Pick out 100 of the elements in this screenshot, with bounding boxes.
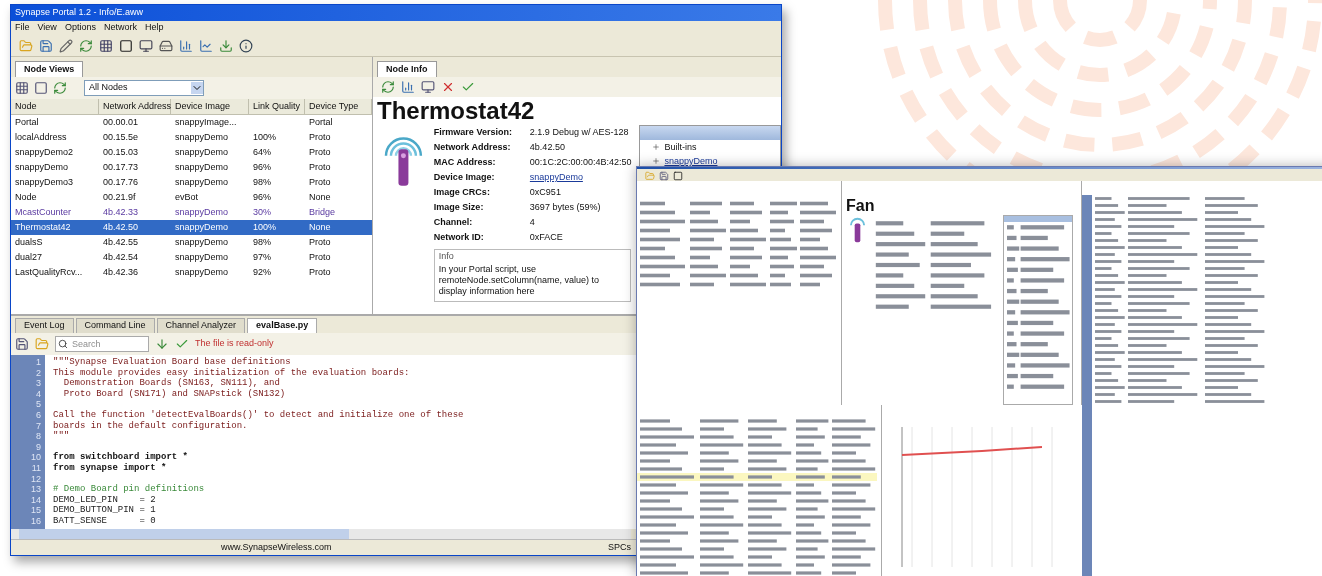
bar-chart-icon[interactable] — [401, 80, 415, 94]
table-cell[interactable]: snappyDemo — [171, 220, 249, 235]
table-cell[interactable]: snappyDemo — [171, 235, 249, 250]
table-cell[interactable]: Proto — [305, 175, 372, 190]
search-field[interactable]: Search — [55, 336, 149, 352]
table-cell[interactable]: 98% — [249, 175, 305, 190]
menu-item[interactable]: File — [15, 21, 30, 35]
table-cell[interactable]: snappyDemo — [171, 160, 249, 175]
table-cell[interactable]: 00.17.73 — [99, 160, 171, 175]
refresh-icon[interactable] — [381, 80, 395, 94]
table-cell[interactable]: McastCounter — [11, 205, 99, 220]
refresh-icon[interactable] — [79, 38, 93, 53]
editor-tab[interactable]: Channel Analyzer — [156, 318, 246, 333]
table-cell[interactable]: 4b.42.54 — [99, 250, 171, 265]
square-icon[interactable] — [119, 38, 133, 53]
table-cell[interactable]: 30% — [249, 205, 305, 220]
editor-tab[interactable]: evalBase.py — [247, 318, 318, 333]
bar-chart-icon[interactable] — [179, 38, 193, 53]
tree-item[interactable]: Built-ins — [664, 140, 697, 154]
pencil-icon[interactable] — [59, 38, 73, 53]
table-cell[interactable]: Thermostat42 — [11, 220, 99, 235]
table-cell[interactable]: 100% — [249, 220, 305, 235]
table-cell[interactable]: None — [305, 220, 372, 235]
info-icon[interactable] — [239, 38, 253, 53]
menu-item[interactable]: Options — [64, 21, 96, 35]
table-cell[interactable]: Proto — [305, 265, 372, 280]
table-cell[interactable]: Proto — [305, 145, 372, 160]
menu-item[interactable]: Help — [144, 21, 164, 35]
table-cell[interactable]: 00.21.9f — [99, 190, 171, 205]
monitor-icon[interactable] — [139, 38, 153, 53]
table-cell[interactable]: Proto — [305, 160, 372, 175]
table-cell[interactable]: dualsS — [11, 235, 99, 250]
table-cell[interactable]: Proto — [305, 130, 372, 145]
table-cell[interactable]: 4b.42.36 — [99, 265, 171, 280]
table-cell[interactable]: 00.15.5e — [99, 130, 171, 145]
close-icon[interactable] — [441, 80, 455, 94]
table-cell[interactable]: snappyDemo — [11, 160, 99, 175]
table-cell[interactable]: 100% — [249, 130, 305, 145]
table-cell[interactable]: snappyDemo — [171, 130, 249, 145]
table-cell[interactable]: None — [305, 190, 372, 205]
save-icon[interactable] — [659, 171, 669, 181]
expand-icon[interactable] — [652, 143, 661, 151]
save-icon[interactable] — [39, 38, 53, 53]
table-cell[interactable]: Bridge — [305, 205, 372, 220]
table-cell[interactable]: snappyDemo2 — [11, 145, 99, 160]
table-cell[interactable]: snappyImage... — [171, 115, 249, 130]
table-cell[interactable]: 64% — [249, 145, 305, 160]
table-cell[interactable]: Portal — [305, 115, 372, 130]
column-header[interactable]: Device Type — [305, 99, 372, 115]
table-cell[interactable]: LastQualityRcv... — [11, 265, 99, 280]
table-cell[interactable]: snappyDemo — [171, 205, 249, 220]
table-cell[interactable]: 4b.42.33 — [99, 205, 171, 220]
table-cell[interactable]: 98% — [249, 235, 305, 250]
square-icon[interactable] — [673, 171, 683, 181]
download-icon[interactable] — [219, 38, 233, 53]
table-cell[interactable]: localAddress — [11, 130, 99, 145]
panel-tab[interactable]: Node Views — [15, 61, 84, 77]
check-icon[interactable] — [461, 80, 475, 94]
drive-icon[interactable] — [159, 38, 173, 53]
table-cell[interactable]: Proto — [305, 250, 372, 265]
table-cell[interactable]: 4b.42.55 — [99, 235, 171, 250]
save-icon[interactable] — [15, 337, 29, 351]
table-cell[interactable]: Node — [11, 190, 99, 205]
column-header[interactable]: Device Image — [171, 99, 249, 115]
table-cell[interactable]: snappyDemo3 — [11, 175, 99, 190]
table-cell[interactable]: snappyDemo — [171, 265, 249, 280]
table-cell[interactable]: 96% — [249, 160, 305, 175]
column-header[interactable]: Link Quality — [249, 99, 305, 115]
grid-icon[interactable] — [15, 81, 29, 95]
table-cell[interactable]: evBot — [171, 190, 249, 205]
horizontal-scrollbar[interactable] — [11, 529, 631, 539]
line-chart-icon[interactable] — [199, 38, 213, 53]
menu-item[interactable]: View — [37, 21, 57, 35]
filter-dropdown[interactable]: All Nodes — [84, 80, 204, 96]
menu-item[interactable]: Network — [103, 21, 137, 35]
table-cell[interactable]: Portal — [11, 115, 99, 130]
column-header[interactable]: Network Address — [99, 99, 171, 115]
table-cell[interactable]: 00.17.76 — [99, 175, 171, 190]
table-cell[interactable]: 00.15.03 — [99, 145, 171, 160]
field-link[interactable]: snappyDemo — [529, 170, 632, 185]
table-cell[interactable]: Proto — [305, 235, 372, 250]
table-cell[interactable]: snappyDemo — [171, 145, 249, 160]
editor-tab[interactable]: Command Line — [75, 318, 155, 333]
grid-icon[interactable] — [99, 38, 113, 53]
table-cell[interactable]: 92% — [249, 265, 305, 280]
refresh-icon[interactable] — [53, 81, 67, 95]
column-header[interactable]: Node — [11, 99, 99, 115]
tree-item[interactable]: snappyDemo — [664, 154, 718, 168]
expand-icon[interactable] — [652, 157, 661, 165]
table-cell[interactable]: 96% — [249, 190, 305, 205]
square-icon[interactable] — [34, 81, 48, 95]
check-icon[interactable] — [175, 337, 189, 351]
table-cell[interactable]: 97% — [249, 250, 305, 265]
table-cell[interactable]: dual27 — [11, 250, 99, 265]
table-cell[interactable]: 00.00.01 — [99, 115, 171, 130]
table-cell[interactable]: 4b.42.50 — [99, 220, 171, 235]
table-cell[interactable]: snappyDemo — [171, 175, 249, 190]
panel-tab[interactable]: Node Info — [377, 61, 437, 77]
monitor-icon[interactable] — [421, 80, 435, 94]
editor-tab[interactable]: Event Log — [15, 318, 74, 333]
